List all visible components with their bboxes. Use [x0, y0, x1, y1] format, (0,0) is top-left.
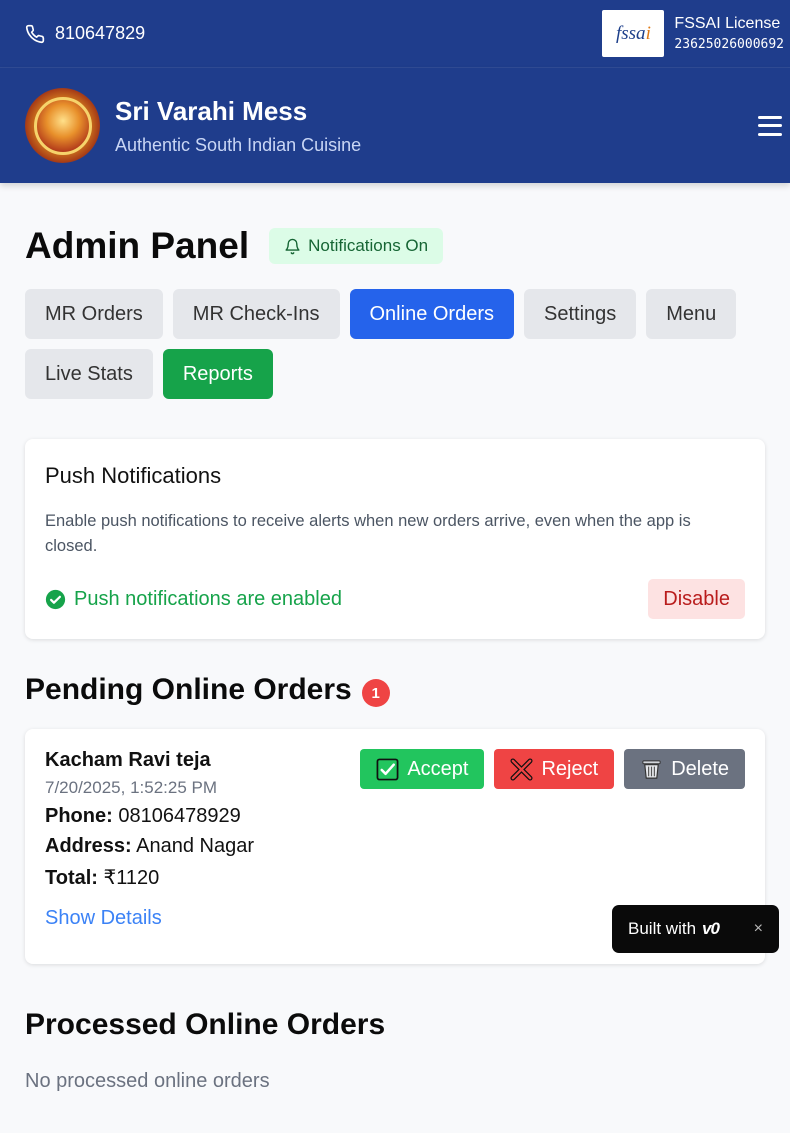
cross-x-icon: [510, 757, 534, 781]
phone-value: 08106478929: [118, 805, 241, 827]
bell-icon: [285, 238, 300, 254]
accept-button[interactable]: Accept: [360, 749, 485, 789]
tab-reports[interactable]: Reports: [162, 349, 273, 399]
total-label: Total:: [45, 867, 98, 889]
reject-label: Reject: [541, 757, 599, 780]
accept-label: Accept: [407, 757, 469, 780]
tab-online-orders[interactable]: Online Orders: [349, 289, 514, 339]
processed-empty-text: No processed online orders: [25, 1070, 270, 1092]
phone-number: 810647829: [55, 23, 146, 43]
trash-icon: [642, 759, 661, 779]
tab-live-stats[interactable]: Live Stats: [25, 349, 153, 399]
top-info-bar: 810647829 fssa i FSSAI License 2362502600…: [0, 0, 790, 68]
order-address: Address: Anand Nagar: [45, 835, 745, 858]
pending-orders-heading: Pending Online Orders 1: [25, 673, 765, 707]
brand-name: Sri Varahi Mess: [115, 95, 308, 126]
brand-tagline: Authentic South Indian Cuisine: [115, 134, 362, 155]
push-notifications-card: Push Notifications Enable push notificat…: [25, 439, 765, 639]
delete-button[interactable]: Delete: [624, 749, 745, 789]
push-status: Push notifications are enabled: [45, 588, 342, 611]
v0-logo: v0: [702, 919, 720, 938]
tab-mr-orders[interactable]: MR Orders: [25, 289, 163, 339]
brand-logo: [25, 88, 100, 163]
fssai-number: 23625026000692: [674, 37, 784, 52]
disable-push-button[interactable]: Disable: [648, 579, 745, 619]
admin-tabs: MR Orders MR Check-Ins Online Orders Set…: [25, 289, 765, 399]
push-status-text: Push notifications are enabled: [74, 587, 342, 610]
total-value: ₹1120: [103, 867, 160, 889]
pending-count-badge: 1: [361, 679, 390, 707]
built-with-label: Built with: [628, 919, 697, 938]
hamburger-menu-icon[interactable]: [758, 115, 782, 136]
notifications-status-badge: Notifications On: [269, 228, 444, 264]
close-icon[interactable]: ×: [754, 920, 763, 938]
delete-label: Delete: [671, 757, 729, 780]
page-title: Admin Panel: [25, 225, 250, 266]
fssai-logo: fssa i: [602, 10, 665, 57]
order-actions: Accept Reject Delete: [360, 749, 745, 789]
order-phone: Phone: 08106478929: [45, 805, 745, 828]
fssai-label: FSSAI License: [674, 15, 781, 32]
pending-orders-title: Pending Online Orders: [25, 673, 352, 706]
check-circle-icon: [45, 589, 66, 609]
site-header: Sri Varahi Mess Authentic South Indian C…: [0, 68, 790, 183]
phone-contact[interactable]: 810647829: [25, 23, 145, 44]
address-value: Anand Nagar: [136, 835, 255, 857]
brand[interactable]: Sri Varahi Mess Authentic South Indian C…: [25, 88, 361, 163]
phone-label: Phone:: [45, 805, 113, 827]
notifications-status-label: Notifications On: [308, 236, 429, 255]
reject-button[interactable]: Reject: [494, 749, 615, 789]
phone-icon: [25, 24, 45, 43]
checkbox-check-icon: [376, 758, 399, 780]
push-notifications-description: Enable push notifications to receive ale…: [45, 512, 691, 555]
main-content: Admin Panel Notifications On MR Orders M…: [0, 225, 790, 1093]
tab-mr-check-ins[interactable]: MR Check-Ins: [172, 289, 340, 339]
deity-emblem-icon: [33, 96, 92, 155]
tab-settings[interactable]: Settings: [524, 289, 637, 339]
processed-orders-title: Processed Online Orders: [25, 1008, 386, 1041]
show-details-link[interactable]: Show Details: [45, 907, 162, 930]
order-total: Total: ₹1120: [45, 865, 745, 890]
push-notifications-title: Push Notifications: [45, 463, 222, 488]
built-with-v0-badge[interactable]: Built with v0 ×: [612, 905, 779, 953]
fssai-license: fssa i FSSAI License 23625026000692: [602, 10, 784, 57]
address-label: Address:: [45, 835, 132, 857]
tab-menu[interactable]: Menu: [646, 289, 737, 339]
